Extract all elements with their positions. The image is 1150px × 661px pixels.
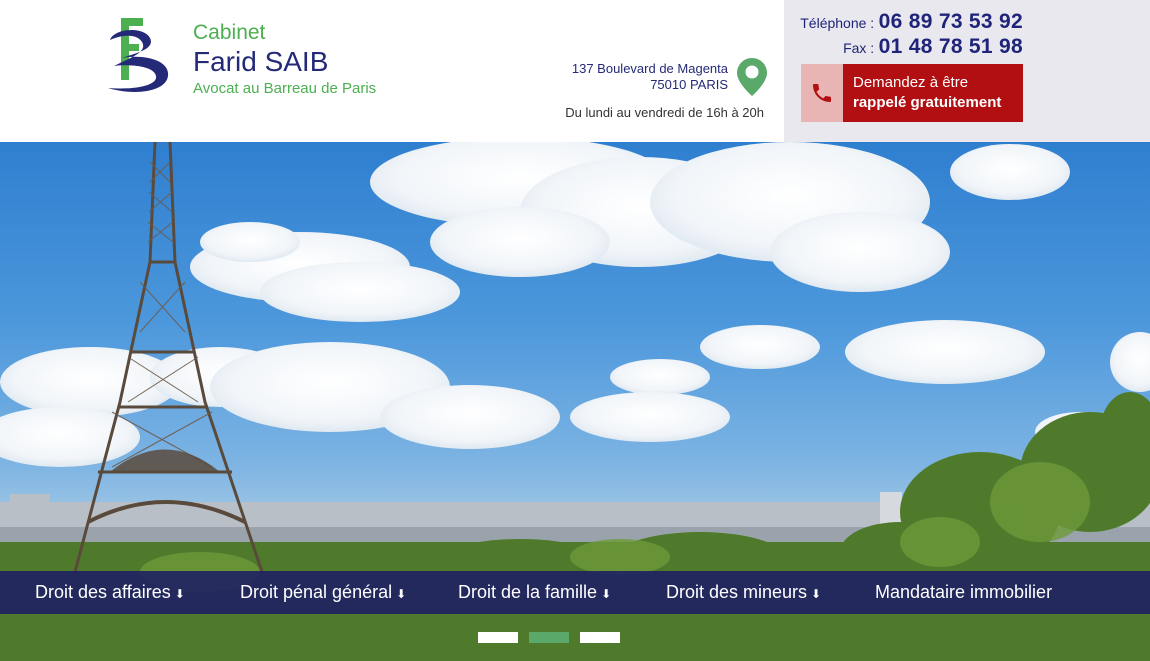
arrow-down-icon: ⬇: [601, 587, 612, 601]
arrow-down-icon: ⬇: [811, 587, 822, 601]
nav-item-droit-de-la-famille[interactable]: Droit de la famille ⬇: [458, 571, 611, 614]
address-block: 137 Boulevard de Magenta 75010 PARIS: [572, 61, 728, 93]
nav-item-mandataire-immobilier[interactable]: Mandataire immobilier: [875, 571, 1052, 614]
nav-item-label: Droit des mineurs: [666, 582, 808, 602]
brand-block: Cabinet Farid SAIB Avocat au Barreau de …: [193, 20, 376, 99]
nav-item-label: Droit des affaires: [35, 582, 171, 602]
phone-icon: [813, 84, 831, 102]
nav-item-label: Droit de la famille: [458, 582, 598, 602]
site-header: Cabinet Farid SAIB Avocat au Barreau de …: [0, 0, 1150, 142]
fax-number: 01 48 78 51 98: [878, 35, 1023, 58]
fax-label: Fax :: [843, 40, 875, 56]
nav-item-droit-des-mineurs[interactable]: Droit des mineurs ⬇: [666, 571, 821, 614]
nav-item-label: Droit pénal général: [240, 582, 393, 602]
phone-number[interactable]: 06 89 73 53 92: [879, 10, 1023, 33]
callback-icon-box: [801, 64, 843, 122]
nav-item-droit-penal-general[interactable]: Droit pénal général ⬇: [240, 571, 406, 614]
slider-dot-2[interactable]: [529, 632, 569, 643]
nav-item-droit-des-affaires[interactable]: Droit des affaires ⬇: [35, 571, 185, 614]
slider-dot-3[interactable]: [580, 632, 620, 643]
phone-label: Téléphone :: [800, 15, 875, 31]
phone-row: Téléphone : 06 89 73 53 92: [800, 10, 1023, 34]
contact-panel: Téléphone : 06 89 73 53 92 Fax : 01 48 7…: [784, 0, 1150, 142]
callback-button[interactable]: Demandez à être rappelé gratuitement: [801, 64, 1023, 122]
address-street: 137 Boulevard de Magenta: [571, 61, 728, 76]
logo[interactable]: [104, 18, 176, 96]
nav-item-label: Mandataire immobilier: [875, 582, 1053, 602]
address-city: 75010 PARIS: [650, 77, 728, 92]
map-pin-icon[interactable]: [737, 58, 767, 96]
callback-line1: Demandez à être: [853, 74, 969, 91]
callback-line2: rappelé gratuitement: [853, 94, 1002, 111]
logo-mark-icon: [108, 18, 169, 92]
brand-name[interactable]: Farid SAIB: [193, 46, 376, 78]
arrow-down-icon: ⬇: [396, 587, 407, 601]
brand-cabinet: Cabinet: [193, 21, 266, 44]
opening-hours: Du lundi au vendredi de 16h à 20h: [565, 105, 764, 120]
arrow-down-icon: ⬇: [174, 587, 185, 601]
slider-dot-1[interactable]: [478, 632, 518, 643]
brand-tagline: Avocat au Barreau de Paris: [193, 80, 377, 97]
main-nav: Droit des affaires ⬇ Droit pénal général…: [0, 571, 1150, 614]
fax-row: Fax : 01 48 78 51 98: [843, 35, 1023, 59]
callback-text: Demandez à être rappelé gratuitement: [843, 73, 1001, 113]
